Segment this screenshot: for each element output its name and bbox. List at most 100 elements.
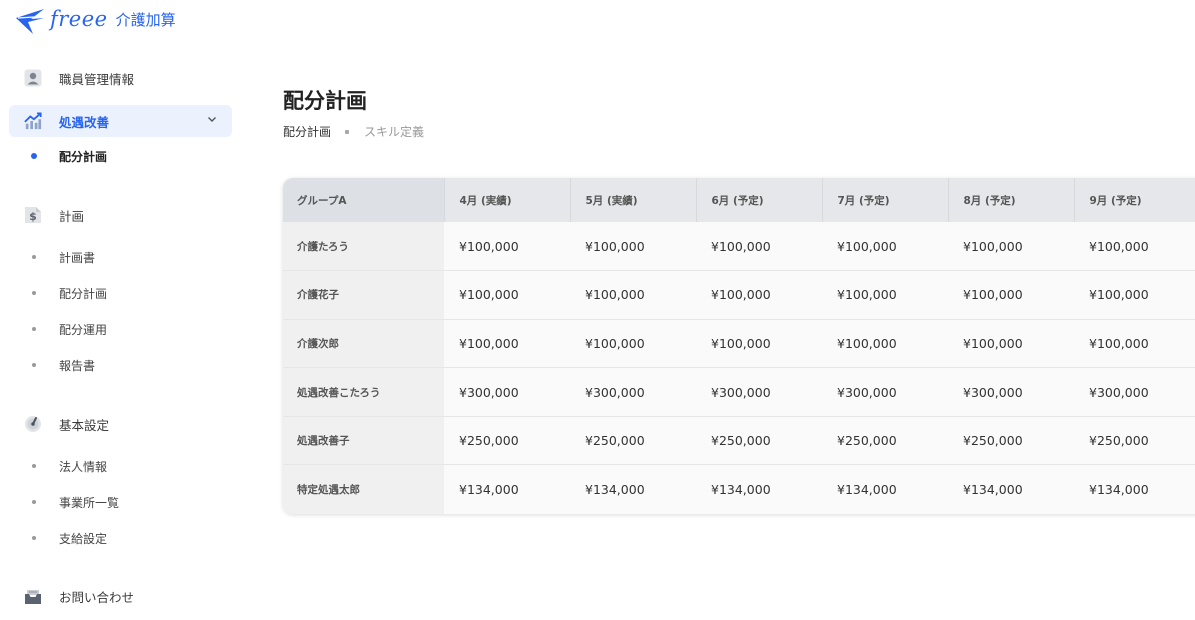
bullet-icon <box>32 536 36 540</box>
sidebar-subitem-distribution-operation[interactable]: 配分運用 <box>0 317 245 341</box>
amount-cell[interactable]: ¥300,000 <box>1074 367 1195 417</box>
inbox-icon <box>25 590 41 604</box>
breadcrumb-current: 配分計画 <box>283 125 332 139</box>
column-header-month[interactable]: 6月 (予定) <box>696 178 823 222</box>
staff-name-cell: 特定処遇太郎 <box>283 464 444 514</box>
amount-cell[interactable]: ¥100,000 <box>696 318 822 368</box>
sidebar-item-label: 基本設定 <box>59 417 110 433</box>
sidebar-subitem-label: 計画書 <box>59 250 96 265</box>
bullet-icon <box>32 327 36 331</box>
amount-cell[interactable]: ¥100,000 <box>696 270 822 320</box>
staff-name-cell: 介護次郎 <box>283 318 444 368</box>
table-row[interactable]: 介護次郎 ¥100,000 ¥100,000 ¥100,000 ¥100,000… <box>283 318 1195 368</box>
amount-cell[interactable]: ¥100,000 <box>948 318 1074 368</box>
sidebar-subitem-office-list[interactable]: 事業所一覧 <box>0 490 245 514</box>
table-row[interactable]: 介護花子 ¥100,000 ¥100,000 ¥100,000 ¥100,000… <box>283 270 1195 320</box>
sidebar-item-label: 処遇改善 <box>59 114 110 130</box>
sidebar-item-plan[interactable]: $ 計画 <box>0 199 245 231</box>
sidebar-subitem-distribution-plan[interactable]: 配分計画 <box>0 144 245 168</box>
table-row[interactable]: 介護たろう ¥100,000 ¥100,000 ¥100,000 ¥100,00… <box>283 222 1195 271</box>
sidebar-subitem-plan-document[interactable]: 計画書 <box>0 245 245 269</box>
sidebar-item-label: お問い合わせ <box>59 589 135 605</box>
staff-name-cell: 介護たろう <box>283 222 444 271</box>
amount-cell[interactable]: ¥134,000 <box>822 464 948 514</box>
amount-cell[interactable]: ¥100,000 <box>696 222 822 271</box>
sidebar-subitem-distribution-plan-2[interactable]: 配分計画 <box>0 281 245 305</box>
sidebar-subitem-label: 報告書 <box>59 358 96 373</box>
sidebar-item-basic-settings[interactable]: 基本設定 <box>0 408 245 440</box>
amount-cell[interactable]: ¥134,000 <box>570 464 696 514</box>
gauge-icon <box>25 416 41 432</box>
bullet-icon <box>32 500 36 504</box>
bullet-icon <box>32 363 36 367</box>
amount-cell[interactable]: ¥300,000 <box>822 367 948 417</box>
amount-cell[interactable]: ¥134,000 <box>696 464 822 514</box>
breadcrumb-link-skill-definition[interactable]: スキル定義 <box>364 123 424 140</box>
amount-cell[interactable]: ¥250,000 <box>444 415 570 465</box>
column-header-month[interactable]: 7月 (予定) <box>822 178 949 222</box>
user-icon <box>24 69 42 87</box>
sidebar-item-contact[interactable]: お問い合わせ <box>0 580 245 612</box>
amount-cell[interactable]: ¥100,000 <box>948 222 1074 271</box>
amount-cell[interactable]: ¥100,000 <box>822 270 948 320</box>
column-header-month[interactable]: 9月 (予定) <box>1074 178 1195 222</box>
freee-logo[interactable]: freee 介護加算 <box>14 2 176 36</box>
amount-cell[interactable]: ¥300,000 <box>696 367 822 417</box>
table-row[interactable]: 特定処遇太郎 ¥134,000 ¥134,000 ¥134,000 ¥134,0… <box>283 464 1195 514</box>
amount-cell[interactable]: ¥100,000 <box>948 270 1074 320</box>
sidebar-subitem-label: 法人情報 <box>59 459 108 474</box>
amount-cell[interactable]: ¥100,000 <box>822 318 948 368</box>
amount-cell[interactable]: ¥100,000 <box>570 270 696 320</box>
amount-cell[interactable]: ¥100,000 <box>1074 222 1195 271</box>
sidebar-item-treatment-improvement[interactable]: 処遇改善 <box>9 105 232 137</box>
distribution-plan-table-card: グループA 4月 (実績) 5月 (実績) 6月 (予定) 7月 (予定) 8月… <box>283 178 1195 514</box>
amount-cell[interactable]: ¥250,000 <box>570 415 696 465</box>
sidebar-subitem-label: 配分運用 <box>59 322 108 337</box>
amount-cell[interactable]: ¥250,000 <box>696 415 822 465</box>
amount-cell[interactable]: ¥100,000 <box>1074 318 1195 368</box>
sidebar-item-label: 計画 <box>59 208 85 224</box>
sidebar-subitem-label: 支給設定 <box>59 531 108 546</box>
staff-name-cell: 処遇改善こたろう <box>283 367 444 417</box>
sidebar: freee 介護加算 職員管理情報 処遇改善 配分計画 $ 計画 計画書 配分計… <box>0 0 245 620</box>
sidebar-item-staff-info[interactable]: 職員管理情報 <box>0 62 245 94</box>
sidebar-item-label: 職員管理情報 <box>59 71 135 87</box>
distribution-plan-table: グループA 4月 (実績) 5月 (実績) 6月 (予定) 7月 (予定) 8月… <box>283 178 1195 514</box>
table-row[interactable]: 処遇改善子 ¥250,000 ¥250,000 ¥250,000 ¥250,00… <box>283 415 1195 465</box>
column-header-group[interactable]: グループA <box>283 178 445 222</box>
sidebar-subitem-corporate-info[interactable]: 法人情報 <box>0 454 245 478</box>
column-header-month[interactable]: 4月 (実績) <box>444 178 571 222</box>
amount-cell[interactable]: ¥250,000 <box>1074 415 1195 465</box>
amount-cell[interactable]: ¥300,000 <box>444 367 570 417</box>
breadcrumb-separator <box>345 129 350 134</box>
amount-cell[interactable]: ¥134,000 <box>1074 464 1195 514</box>
dollar-document-icon: $ <box>25 207 41 223</box>
amount-cell[interactable]: ¥100,000 <box>444 318 570 368</box>
bullet-icon <box>32 291 36 295</box>
amount-cell[interactable]: ¥100,000 <box>822 222 948 271</box>
amount-cell[interactable]: ¥250,000 <box>948 415 1074 465</box>
bird-logo-icon <box>16 9 44 34</box>
amount-cell[interactable]: ¥300,000 <box>948 367 1074 417</box>
table-row[interactable]: 処遇改善こたろう ¥300,000 ¥300,000 ¥300,000 ¥300… <box>283 367 1195 417</box>
sidebar-subitem-label: 事業所一覧 <box>59 495 120 510</box>
amount-cell[interactable]: ¥134,000 <box>948 464 1074 514</box>
sidebar-subitem-label: 配分計画 <box>59 149 108 164</box>
amount-cell[interactable]: ¥100,000 <box>570 318 696 368</box>
amount-cell[interactable]: ¥300,000 <box>570 367 696 417</box>
amount-cell[interactable]: ¥134,000 <box>444 464 570 514</box>
amount-cell[interactable]: ¥250,000 <box>822 415 948 465</box>
column-header-month[interactable]: 5月 (実績) <box>570 178 697 222</box>
amount-cell[interactable]: ¥100,000 <box>444 222 570 271</box>
amount-cell[interactable]: ¥100,000 <box>1074 270 1195 320</box>
amount-cell[interactable]: ¥100,000 <box>444 270 570 320</box>
staff-name-cell: 介護花子 <box>283 270 444 320</box>
sidebar-subitem-payment-settings[interactable]: 支給設定 <box>0 526 245 550</box>
bullet-icon <box>32 255 36 259</box>
page-title: 配分計画 <box>283 89 367 113</box>
sidebar-subitem-report[interactable]: 報告書 <box>0 353 245 377</box>
breadcrumb: 配分計画 スキル定義 <box>283 123 424 140</box>
column-header-month[interactable]: 8月 (予定) <box>948 178 1075 222</box>
amount-cell[interactable]: ¥100,000 <box>570 222 696 271</box>
bullet-icon <box>32 464 36 468</box>
